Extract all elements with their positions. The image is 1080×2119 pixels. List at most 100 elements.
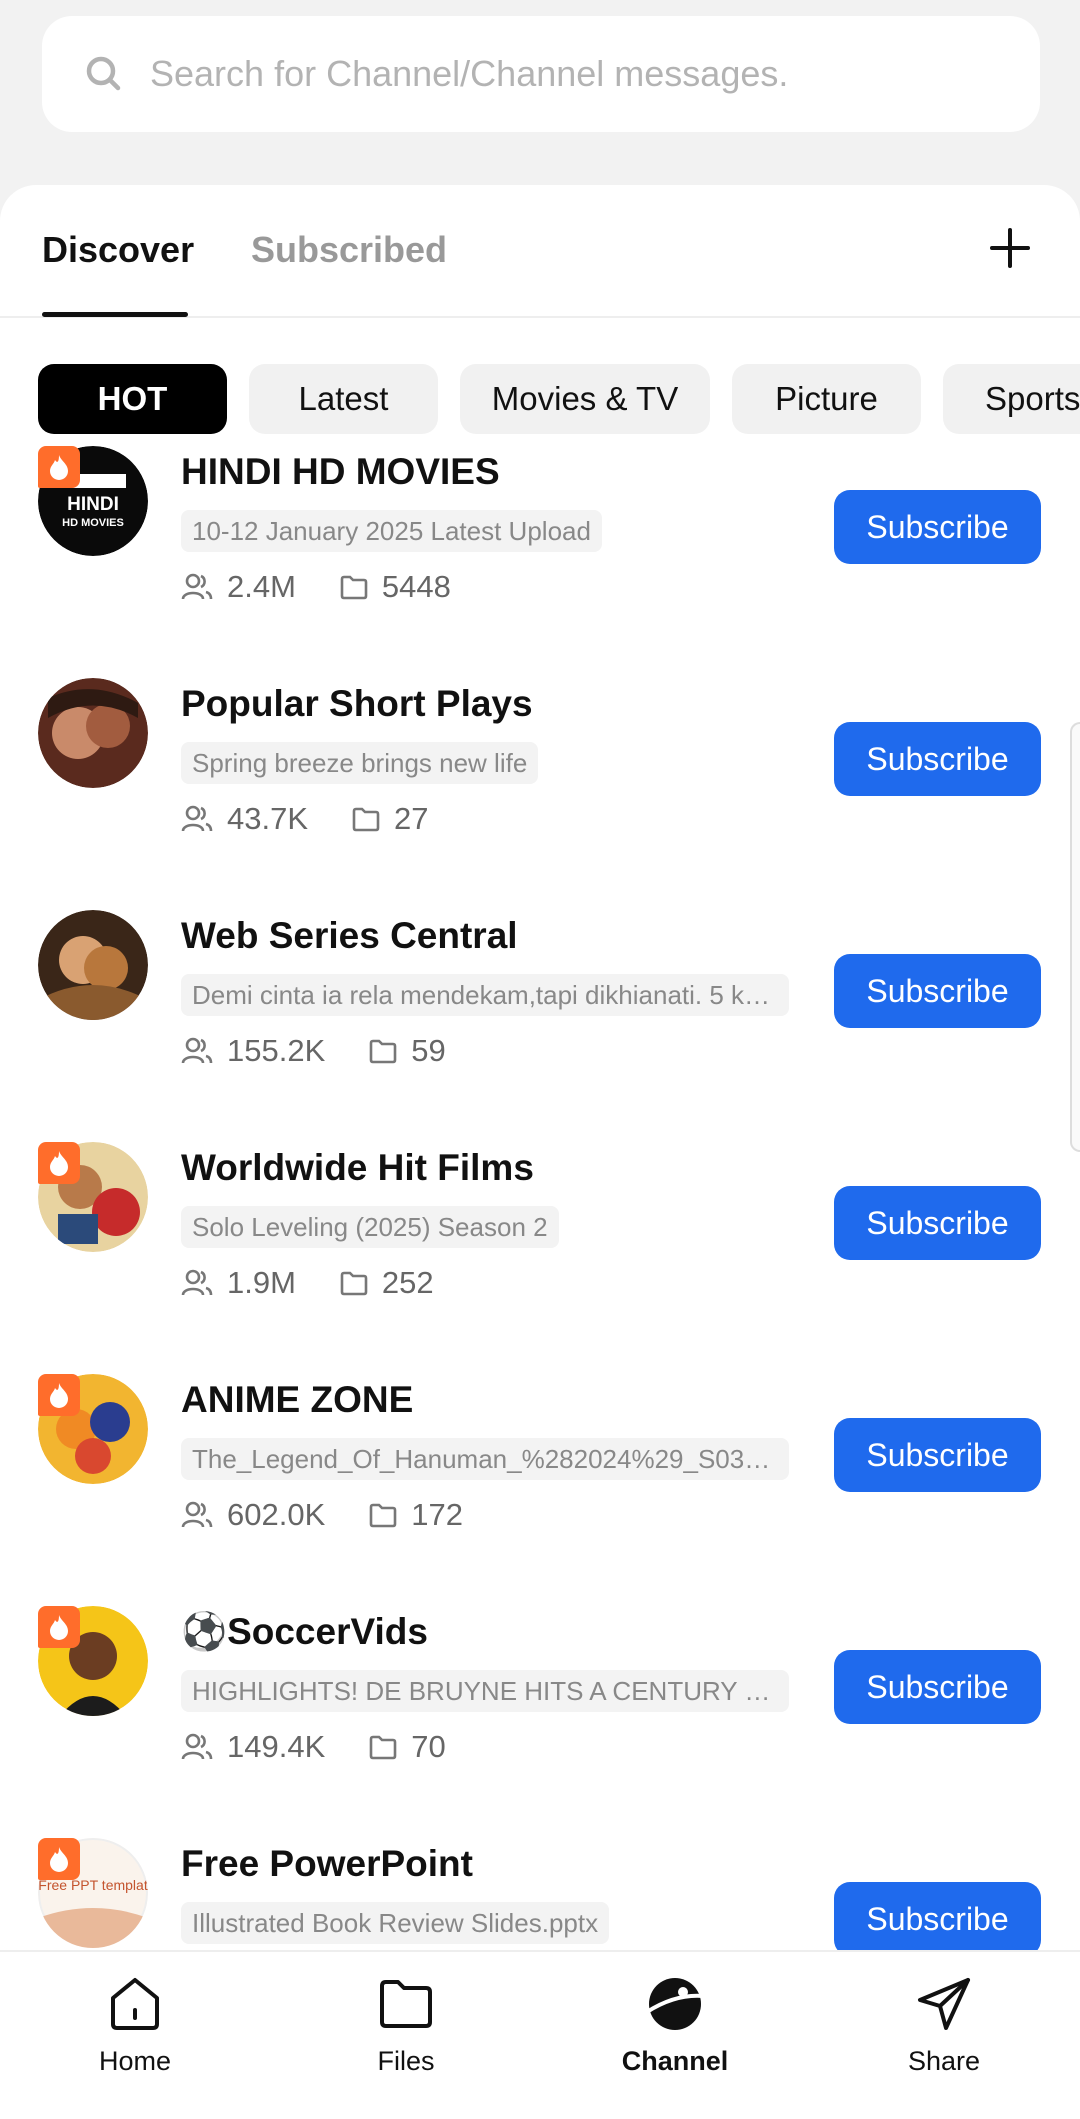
flame-icon — [50, 1383, 68, 1408]
bottom-nav: Home Files Channel Share — [0, 1950, 1080, 2119]
list-item[interactable]: Worldwide Hit Films Solo Leveling (2025)… — [0, 1142, 1080, 1374]
hot-badge — [38, 1142, 80, 1184]
nav-home[interactable]: Home — [65, 1974, 205, 2077]
folder-icon — [340, 575, 368, 600]
list-item[interactable]: HINDI HD MOVIES HINDI HD MOVIES 10-12 Ja… — [0, 446, 1080, 678]
folder-icon — [340, 1271, 368, 1296]
chip-picture[interactable]: Picture — [732, 364, 921, 434]
svg-text:HINDI: HINDI — [67, 494, 119, 515]
subscribe-button[interactable]: Subscribe — [834, 1418, 1041, 1492]
send-icon — [918, 1978, 970, 2030]
list-item[interactable]: Free PPT templat Free PowerPoint Illustr… — [0, 1838, 1080, 1950]
channel-stats: 602.0K 172 — [181, 1497, 463, 1533]
scrollbar[interactable] — [1070, 722, 1080, 1152]
flame-icon — [50, 1615, 68, 1640]
flame-icon — [50, 1847, 68, 1872]
subscribe-button[interactable]: Subscribe — [834, 1186, 1041, 1260]
nav-share[interactable]: Share — [874, 1974, 1014, 2077]
channel-description: HIGHLIGHTS! DE BRUYNE HITS A CENTURY OF … — [181, 1670, 789, 1712]
list-item[interactable]: Web Series Central Demi cinta ia rela me… — [0, 910, 1080, 1142]
files-count: 252 — [381, 1265, 434, 1300]
channel-name: Worldwide Hit Films — [181, 1147, 534, 1188]
hot-badge — [38, 1606, 80, 1648]
subscribe-button[interactable]: Subscribe — [834, 1650, 1041, 1724]
members-count: 43.7K — [227, 801, 309, 836]
search-input[interactable] — [150, 53, 1010, 95]
chip-sports[interactable]: Sports — [943, 364, 1080, 434]
channel-description: The_Legend_Of_Hanuman_%282024%29_S03_O..… — [181, 1438, 789, 1480]
files-count: 27 — [394, 801, 429, 836]
list-item[interactable]: ⚽SoccerVids HIGHLIGHTS! DE BRUYNE HITS A… — [0, 1606, 1080, 1838]
nav-channel[interactable]: Channel — [605, 1974, 745, 2077]
members-count: 602.0K — [227, 1497, 326, 1532]
hot-badge — [38, 446, 80, 488]
folder-icon — [369, 1503, 397, 1528]
channel-name: Popular Short Plays — [181, 683, 533, 724]
hot-badge — [38, 1838, 80, 1880]
add-icon[interactable] — [988, 226, 1032, 270]
channel-description: Solo Leveling (2025) Season 2 — [181, 1206, 559, 1248]
search-icon — [86, 56, 121, 91]
members-count: 155.2K — [227, 1033, 326, 1068]
svg-text:HD MOVIES: HD MOVIES — [62, 517, 124, 529]
channel-avatar — [38, 678, 148, 788]
folder-icon — [380, 1980, 432, 2028]
channel-icon — [645, 1978, 705, 2030]
channel-avatar — [38, 910, 148, 1020]
active-tab-indicator — [42, 312, 188, 317]
channel-name: ⚽SoccerVids — [181, 1611, 428, 1652]
list-item[interactable]: Popular Short Plays Spring breeze brings… — [0, 678, 1080, 910]
members-icon — [181, 805, 213, 832]
members-icon — [181, 573, 213, 600]
channel-description: Illustrated Book Review Slides.pptx — [181, 1902, 610, 1944]
folder-icon — [369, 1735, 397, 1760]
flame-icon — [50, 1151, 68, 1176]
chip-hot[interactable]: HOT — [38, 364, 227, 434]
content-sheet: Discover Subscribed HOT Latest Movies & … — [0, 185, 1080, 1950]
subscribe-button[interactable]: Subscribe — [834, 490, 1041, 564]
search-bar[interactable] — [42, 16, 1040, 132]
list-item[interactable]: ANIME ZONE The_Legend_Of_Hanuman_%282024… — [0, 1374, 1080, 1606]
channel-name: Free PowerPoint — [181, 1843, 473, 1884]
channel-name: Web Series Central — [181, 915, 518, 956]
members-count: 2.4M — [227, 569, 296, 604]
files-count: 70 — [411, 1729, 446, 1764]
channel-description: Spring breeze brings new life — [181, 742, 539, 784]
channel-description: Demi cinta ia rela mendekam,tapi dikhian… — [181, 974, 789, 1016]
chip-latest[interactable]: Latest — [249, 364, 438, 434]
files-count: 172 — [411, 1497, 463, 1532]
subscribe-button[interactable]: Subscribe — [834, 954, 1041, 1028]
members-icon — [181, 1733, 213, 1760]
members-count: 149.4K — [227, 1729, 326, 1764]
files-count: 59 — [411, 1033, 446, 1068]
home-icon — [111, 1978, 159, 2030]
channel-page: Discover Subscribed HOT Latest Movies & … — [0, 0, 1080, 2119]
nav-label: Home — [98, 2046, 172, 2076]
channel-description: 10-12 January 2025 Latest Upload — [181, 510, 602, 552]
tab-bar: Discover Subscribed — [0, 185, 1080, 318]
chip-movies-tv[interactable]: Movies & TV — [460, 364, 710, 434]
channel-stats: 1.9M 252 — [181, 1265, 434, 1301]
channel-stats: 43.7K 27 — [181, 801, 429, 837]
subscribe-button[interactable]: Subscribe — [834, 1882, 1041, 1950]
channel-name: HINDI HD MOVIES — [181, 451, 500, 492]
members-icon — [181, 1269, 213, 1296]
files-count: 5448 — [381, 569, 451, 604]
members-icon — [181, 1037, 213, 1064]
subscribe-button[interactable]: Subscribe — [834, 722, 1041, 796]
hot-badge — [38, 1374, 80, 1416]
nav-label: Share — [907, 2046, 981, 2076]
nav-files[interactable]: Files — [336, 1974, 476, 2077]
members-count: 1.9M — [227, 1265, 296, 1300]
tab-subscribed[interactable]: Subscribed — [251, 229, 447, 271]
channel-name: ANIME ZONE — [181, 1379, 414, 1420]
folder-icon — [352, 807, 380, 832]
flame-icon — [50, 455, 68, 480]
channel-stats: 2.4M 5448 — [181, 569, 451, 605]
channel-stats: 155.2K 59 — [181, 1033, 446, 1069]
nav-label: Files — [377, 2046, 435, 2076]
folder-icon — [369, 1039, 397, 1064]
channel-stats: 149.4K 70 — [181, 1729, 446, 1765]
tab-discover[interactable]: Discover — [42, 229, 194, 271]
category-chips: HOT Latest Movies & TV Picture Sports — [0, 364, 1080, 434]
